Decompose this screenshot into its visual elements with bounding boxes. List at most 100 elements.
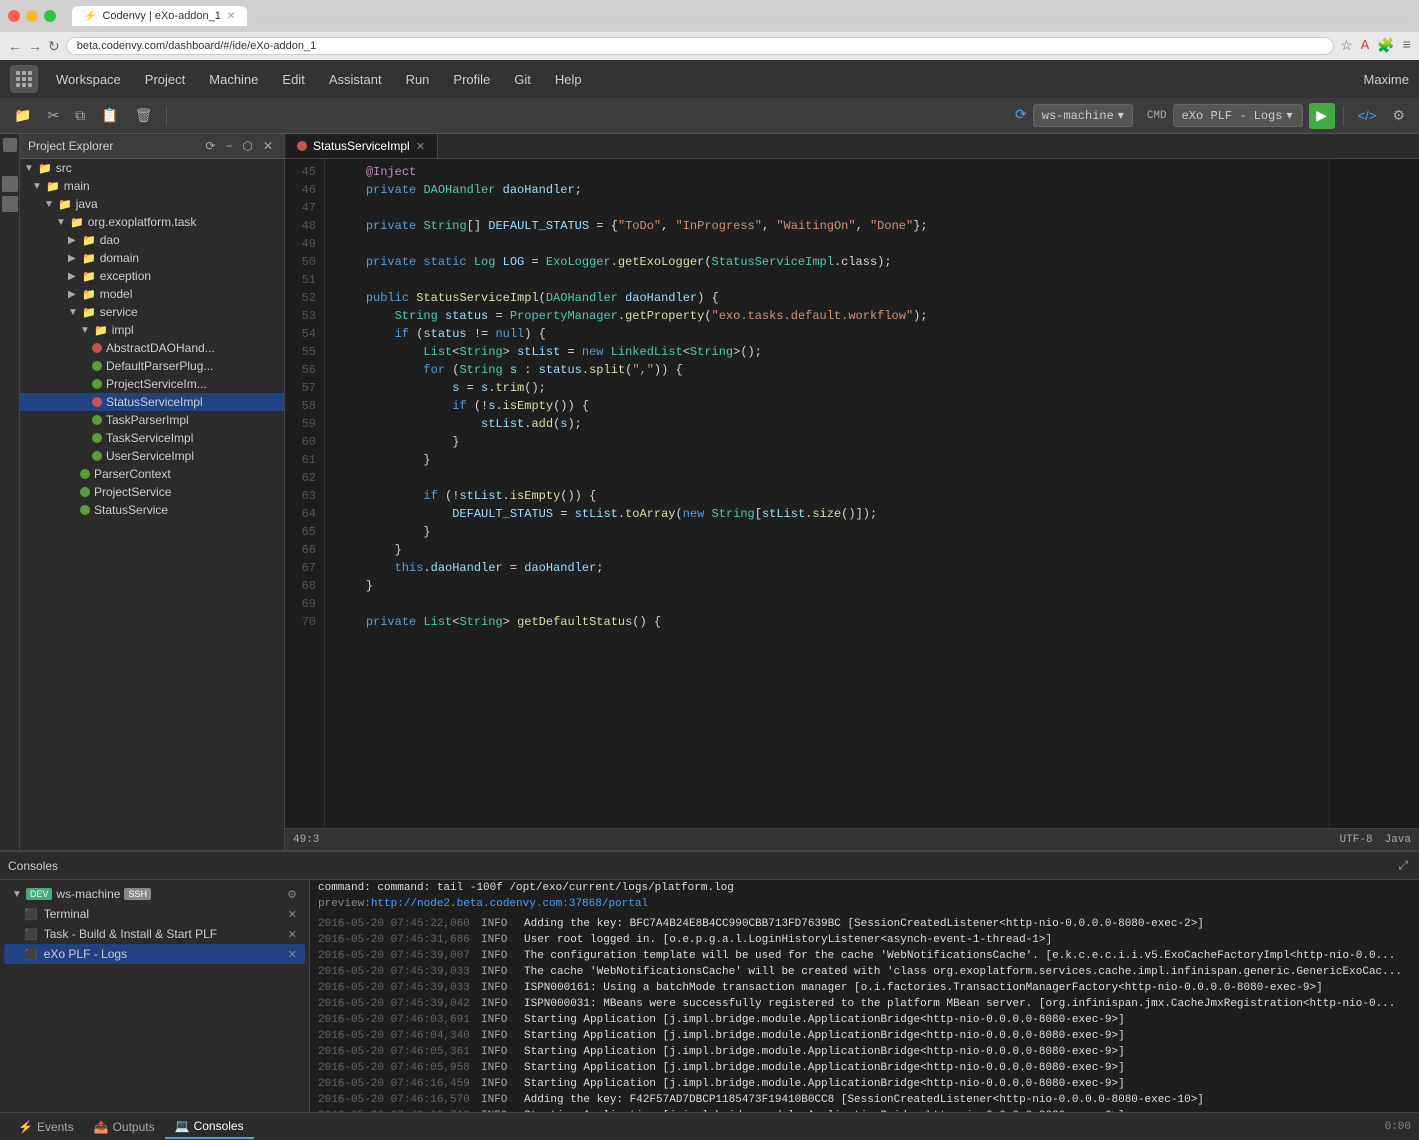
logs-close-btn[interactable]: ✕ [288, 948, 297, 961]
menu-profile[interactable]: Profile [443, 68, 500, 91]
tree-item-service[interactable]: ▼ 📁 service [20, 303, 284, 321]
code-area[interactable]: 4546474849 5051525354 5556575859 6061626… [285, 159, 1419, 828]
console-item-terminal[interactable]: ⬛ Terminal ✕ [4, 904, 305, 924]
menu-assistant[interactable]: Assistant [319, 68, 392, 91]
tree-item-org[interactable]: ▼ 📁 org.exoplatform.task [20, 213, 284, 231]
tree-item-main[interactable]: ▼ 📁 main [20, 177, 284, 195]
bottom-tab-events[interactable]: ⚡ Events [8, 1116, 84, 1138]
nav-forward-btn[interactable]: → [28, 38, 42, 54]
tree-item-userservice[interactable]: UserServiceImpl [20, 447, 284, 465]
tree-item-dao[interactable]: ▶ 📁 dao [20, 231, 284, 249]
bookmark-icon[interactable]: ☆ [1340, 38, 1353, 55]
tree-item-java[interactable]: ▼ 📁 java [20, 195, 284, 213]
terminal-close-btn[interactable]: ✕ [288, 908, 297, 921]
panel-link-btn[interactable]: ⬡ [239, 138, 255, 154]
menu-workspace[interactable]: Workspace [46, 68, 131, 91]
console-item-build[interactable]: ⬛ Task - Build & Install & Start PLF ✕ [4, 924, 305, 944]
extensions-icon[interactable]: 🧩 [1377, 38, 1394, 55]
run-play-btn[interactable]: ▶ [1309, 103, 1335, 129]
folder-icon: 📁 [38, 162, 52, 175]
menu-run[interactable]: Run [396, 68, 440, 91]
nav-refresh-btn[interactable]: ↻ [48, 38, 60, 55]
menu-edit[interactable]: Edit [272, 68, 314, 91]
tab-close-btn[interactable]: ✕ [227, 11, 235, 22]
tree-item-statusservice2[interactable]: StatusService [20, 501, 284, 519]
console-expand-btn[interactable]: ⤢ [1395, 857, 1411, 874]
file-status-icon [92, 397, 102, 407]
left-sidebar-icon-2[interactable] [2, 176, 18, 192]
tree-label: main [64, 179, 90, 193]
panel-header-icons: ⟳ − ⬡ ✕ [202, 138, 276, 154]
log-message: Starting Application [j.impl.bridge.modu… [524, 1028, 1125, 1044]
url-bar[interactable] [66, 37, 1334, 55]
panel-refresh-btn[interactable]: ⟳ [202, 138, 218, 154]
code-line: private static Log LOG = ExoLogger.getEx… [337, 253, 1317, 271]
bottom-tab-consoles[interactable]: 💻 Consoles [165, 1115, 254, 1139]
tree-item-impl[interactable]: ▼ 📁 impl [20, 321, 284, 339]
dev-badge: DEV [26, 888, 53, 900]
browser-tab[interactable]: ⚡ Codenvy | eXo-addon_1 ✕ [72, 6, 247, 26]
window-minimize-btn[interactable] [26, 10, 38, 22]
toolbar-cut-btn[interactable]: ✂ [41, 104, 65, 127]
ws-machine-select[interactable]: ws-machine ▾ [1033, 104, 1133, 127]
toolbar-folder-btn[interactable]: 📁 [8, 104, 37, 127]
tree-item-model[interactable]: ▶ 📁 model [20, 285, 284, 303]
tree-item-taskservice[interactable]: TaskServiceImpl [20, 429, 284, 447]
console-item-wsmachine[interactable]: ▼ DEV ws-machine SSH ⚙ [4, 884, 305, 904]
toolbar-paste-btn[interactable]: 📋 [95, 104, 124, 127]
tab-close-btn[interactable]: ✕ [416, 140, 425, 153]
code-line: stList.add(s); [337, 415, 1317, 433]
panel-close-btn[interactable]: ✕ [260, 138, 276, 154]
menu-machine[interactable]: Machine [199, 68, 268, 91]
tree-item-src[interactable]: ▼ 📁 src [20, 159, 284, 177]
nav-back-btn[interactable]: ← [8, 38, 22, 54]
code-content[interactable]: @Inject private DAOHandler daoHandler; p… [325, 159, 1329, 828]
app-grid-icon[interactable] [10, 65, 38, 93]
menu-project[interactable]: Project [135, 68, 195, 91]
toolbar-settings-btn[interactable]: ⚙ [1386, 104, 1411, 127]
tree-label: TaskServiceImpl [106, 431, 193, 445]
log-entry: 2016-05-20 07:46:05,361 INFO Starting Ap… [318, 1044, 1411, 1060]
tree-label: TaskParserImpl [106, 413, 189, 427]
console-sidebar: ▼ DEV ws-machine SSH ⚙ ⬛ Terminal ✕ ⬛ Ta… [0, 880, 310, 1112]
log-level: INFO [481, 932, 516, 948]
tree-item-defaultparser[interactable]: DefaultParserPlug... [20, 357, 284, 375]
font-icon[interactable]: A [1361, 38, 1369, 55]
tree-item-taskparser[interactable]: TaskParserImpl [20, 411, 284, 429]
log-level: INFO [481, 996, 516, 1012]
bottom-tab-outputs[interactable]: 📤 Outputs [84, 1116, 165, 1138]
menu-help[interactable]: Help [545, 68, 592, 91]
preview-url[interactable]: http://node2.beta.codenvy.com:37868/port… [371, 898, 648, 910]
log-timestamp: 2016-05-20 07:45:39,033 [318, 980, 473, 996]
tree-item-projectservice[interactable]: ProjectServiceIm... [20, 375, 284, 393]
log-message: Starting Application [j.impl.bridge.modu… [524, 1108, 1125, 1112]
run-select[interactable]: eXo PLF - Logs ▾ [1173, 104, 1303, 127]
tab-title: Codenvy | eXo-addon_1 [102, 10, 220, 22]
console-config-icon[interactable]: ⚙ [287, 888, 297, 901]
toolbar-copy-btn[interactable]: ⧉ [69, 104, 91, 127]
left-sidebar-icon-3[interactable] [2, 196, 18, 212]
tree-item-projectservice2[interactable]: ProjectService [20, 483, 284, 501]
menu-icon[interactable]: ≡ [1403, 38, 1411, 55]
log-timestamp: 2016-05-20 07:48:03,718 [318, 1108, 473, 1112]
arrow-icon: ▼ [56, 217, 66, 228]
panel-collapse-btn[interactable]: − [222, 138, 235, 154]
tree-item-domain[interactable]: ▶ 📁 domain [20, 249, 284, 267]
console-log[interactable]: 2016-05-20 07:45:22,060 INFO Adding the … [310, 912, 1419, 1112]
toolbar-code-btn[interactable]: </> [1352, 105, 1383, 126]
window-close-btn[interactable] [8, 10, 20, 22]
menu-git[interactable]: Git [504, 68, 541, 91]
console-item-exo-logs[interactable]: ⬛ eXo PLF - Logs ✕ [4, 944, 305, 964]
tree-item-parsercontext[interactable]: ParserContext [20, 465, 284, 483]
tree-item-exception[interactable]: ▶ 📁 exception [20, 267, 284, 285]
window-maximize-btn[interactable] [44, 10, 56, 22]
log-level: INFO [481, 964, 516, 980]
tree-item-statusservice[interactable]: StatusServiceImpl [20, 393, 284, 411]
log-entry: 2016-05-20 07:46:04,340 INFO Starting Ap… [318, 1028, 1411, 1044]
build-icon: ⬛ [24, 928, 38, 941]
build-close-btn[interactable]: ✕ [288, 928, 297, 941]
toolbar-delete-btn[interactable]: 🗑 [129, 104, 159, 127]
tree-item-abstractdao[interactable]: AbstractDAOHand... [20, 339, 284, 357]
left-sidebar-icon-1[interactable] [3, 138, 17, 152]
editor-tab-statusservice[interactable]: StatusServiceImpl ✕ [285, 134, 438, 158]
